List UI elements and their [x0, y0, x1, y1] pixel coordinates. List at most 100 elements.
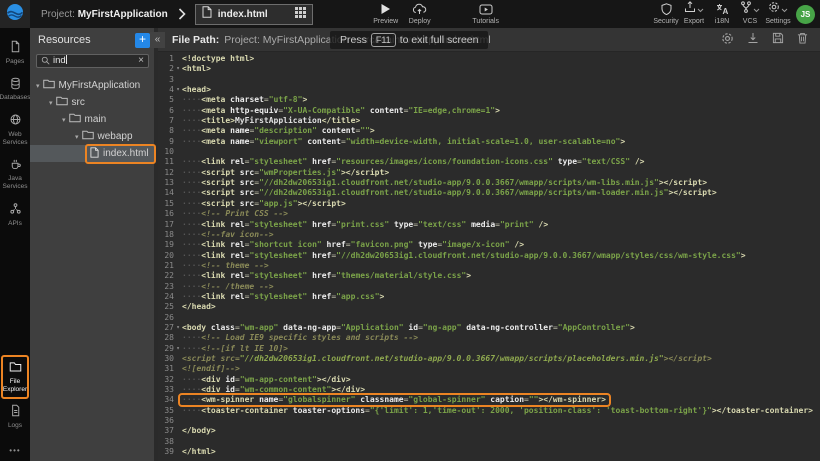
code-line[interactable]: 29▾····<!--[if lt IE 10]> [158, 344, 820, 354]
expand-arrow-icon[interactable]: ▾ [75, 133, 79, 141]
tab-index-html[interactable]: index.html [195, 4, 313, 25]
code-line[interactable]: 36 [158, 416, 820, 426]
tree-item-main[interactable]: ▾main [30, 111, 154, 128]
code-line[interactable]: 23····<!-- /theme --> [158, 282, 820, 292]
security-button[interactable]: Security [652, 0, 680, 28]
code-line[interactable]: 4▾<head> [158, 85, 820, 95]
code-line[interactable]: 12····<script src="wmProperties.js"></sc… [158, 168, 820, 178]
app-logo[interactable] [0, 0, 30, 28]
expand-arrow-icon[interactable]: ▾ [49, 99, 53, 107]
fold-gutter [174, 333, 182, 343]
code-line[interactable]: 27▾<body class="wm-app" data-ng-app="App… [158, 323, 820, 333]
code-line[interactable]: 31<![endif]--> [158, 364, 820, 374]
fold-arrow-icon[interactable]: ▾ [174, 64, 182, 74]
code-line[interactable]: 15····<script src="app.js"></script> [158, 199, 820, 209]
sidebar-item-file-explorer[interactable]: File Explorer [1, 355, 29, 399]
code-line[interactable]: 9····<meta name="viewport" content="widt… [158, 137, 820, 147]
vcs-button[interactable]: VCS [736, 0, 764, 28]
i18n-button[interactable]: A i18N [708, 0, 736, 28]
tutorials-button[interactable]: Tutorials [469, 0, 503, 28]
code-token: content [317, 126, 356, 135]
editor-settings-gear-icon[interactable] [721, 32, 734, 48]
deploy-button[interactable]: Deploy [403, 0, 437, 28]
code-line[interactable]: 30<script src="//dh2dw20653ig1.cloudfron… [158, 354, 820, 364]
code-token: ···· [182, 137, 201, 146]
code-line[interactable]: 32····<div id="wm-app-content"></div> [158, 375, 820, 385]
code-line[interactable]: 19····<link rel="shortcut icon" href="fa… [158, 240, 820, 250]
line-number: 29 [158, 344, 174, 354]
code-line[interactable]: 20····<link rel="stylesheet" href="//dh2… [158, 251, 820, 261]
expand-arrow-icon[interactable]: ▾ [36, 82, 40, 90]
code-token: "stylesheet" [249, 271, 307, 280]
tree-item-webapp[interactable]: ▾webapp [30, 128, 154, 145]
fold-arrow-icon[interactable]: ▾ [174, 344, 182, 354]
code-token: <link [201, 157, 225, 166]
code-line[interactable]: 11····<link rel="stylesheet" href="resou… [158, 157, 820, 167]
add-resource-button[interactable]: + [135, 33, 150, 48]
sidebar-item-web-services[interactable]: Web Services [0, 108, 30, 152]
code-line[interactable]: 22····<link rel="stylesheet" href="theme… [158, 271, 820, 281]
code-line[interactable]: 3 [158, 75, 820, 85]
trash-icon[interactable] [797, 32, 808, 47]
code-token: > [380, 292, 385, 301]
fold-arrow-icon[interactable]: ▾ [174, 85, 182, 95]
expand-arrow-icon[interactable]: ▾ [62, 116, 66, 124]
sidebar-item-pages[interactable]: Pages [0, 35, 30, 72]
code-line[interactable]: 14····<script src="//dh2dw20653ig1.cloud… [158, 188, 820, 198]
code-line[interactable]: 16····<!-- Print CSS --> [158, 209, 820, 219]
code-line[interactable]: 25</head> [158, 302, 820, 312]
fold-gutter [174, 230, 182, 240]
export-button[interactable]: Export [680, 0, 708, 28]
sidebar-item-java-services[interactable]: Java Services [0, 153, 30, 197]
code-line[interactable]: 2▾<html> [158, 64, 820, 74]
resources-header: Resources + [30, 28, 154, 50]
code-line[interactable]: 33····<div id="wm-common-content"></div> [158, 385, 820, 395]
code-line[interactable]: 34····<wm-spinner name="globalspinner" c… [158, 395, 820, 405]
sidebar-item-logs[interactable]: Logs [0, 399, 30, 436]
preview-button[interactable]: Preview [369, 0, 403, 28]
fold-gutter [174, 437, 182, 447]
code-line[interactable]: 37</body> [158, 426, 820, 436]
code-line[interactable]: 38 [158, 437, 820, 447]
code-token: type [413, 240, 437, 249]
code-line[interactable]: 35····<toaster-container toaster-options… [158, 406, 820, 416]
download-icon[interactable] [747, 32, 759, 47]
sidebar-item-apis[interactable]: APIs [0, 197, 30, 234]
code-line[interactable]: 5····<meta charset="utf-8"> [158, 95, 820, 105]
code-line[interactable]: 26 [158, 313, 820, 323]
sidebar-more-button[interactable]: ••• [9, 436, 20, 461]
code-line[interactable]: 17····<link rel="stylesheet" href="print… [158, 220, 820, 230]
code-line[interactable]: 21····<!-- theme --> [158, 261, 820, 271]
user-avatar[interactable]: JS [796, 5, 815, 24]
code-line[interactable]: 28····<!-- Load IE9 specific styles and … [158, 333, 820, 343]
code-line[interactable]: 18····<!--fav icon--> [158, 230, 820, 240]
tree-item-MyFirstApplication[interactable]: ▾MyFirstApplication [30, 77, 154, 94]
code-token: <script [201, 199, 235, 208]
tree-item-src[interactable]: ▾src [30, 94, 154, 111]
api-nodes-icon [9, 202, 22, 218]
code-area[interactable]: 1<!doctype html>2▾<html>34▾<head>5····<m… [158, 52, 820, 461]
code-line[interactable]: 13····<script src="//dh2dw20653ig1.cloud… [158, 178, 820, 188]
code-line[interactable]: 24····<link rel="stylesheet" href="app.c… [158, 292, 820, 302]
tree-item-index.html[interactable]: index.html [30, 145, 154, 162]
line-number: 22 [158, 271, 174, 281]
code-line[interactable]: 39</html> [158, 447, 820, 457]
clear-search-icon[interactable]: × [138, 56, 144, 66]
code-line[interactable]: 8····<meta name="description" content=""… [158, 126, 820, 136]
code-token: "print" [500, 220, 534, 229]
fold-gutter [174, 116, 182, 126]
code-token: ···· [182, 230, 201, 239]
settings-button[interactable]: Settings [764, 0, 792, 28]
code-token: ···· [182, 188, 201, 197]
code-line[interactable]: 10 [158, 147, 820, 157]
code-line[interactable]: 1<!doctype html> [158, 54, 820, 64]
sidebar-item-databases[interactable]: Databases [0, 72, 30, 109]
collapse-panel-button[interactable]: « [150, 32, 165, 48]
code-token: class [206, 323, 235, 332]
grid-icon[interactable] [295, 5, 306, 23]
resource-search-input[interactable]: ind × [36, 54, 149, 68]
code-line[interactable]: 7····<title>MyFirstApplication</title> [158, 116, 820, 126]
fold-arrow-icon[interactable]: ▾ [174, 323, 182, 333]
code-line[interactable]: 6····<meta http-equiv="X-UA-Compatible" … [158, 106, 820, 116]
save-icon[interactable] [772, 32, 784, 47]
